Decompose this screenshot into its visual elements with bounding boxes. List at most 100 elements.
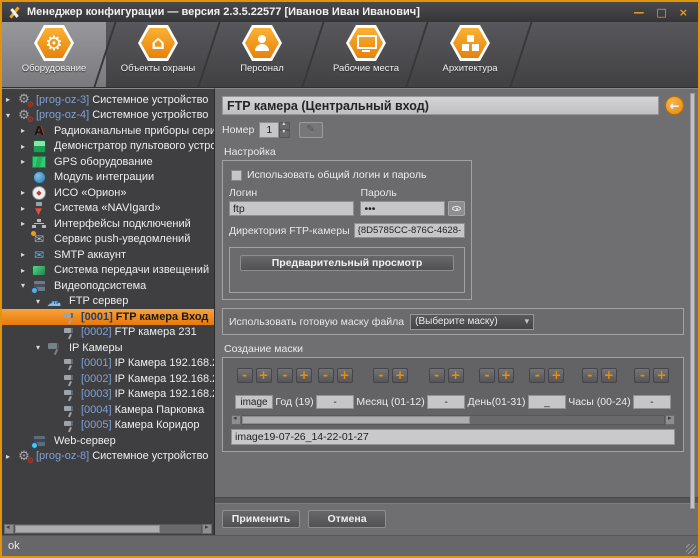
expand-arrow-icon[interactable]: ▾ xyxy=(36,297,46,306)
guarded-objects-icon xyxy=(151,34,165,53)
apply-button[interactable]: Применить xyxy=(222,510,300,528)
tree-item[interactable]: ▸ Система «NAVIgard» xyxy=(2,201,214,217)
preview-button[interactable]: Предварительный просмотр xyxy=(240,255,454,271)
tree-item[interactable]: Сервис push-уведомлений xyxy=(2,232,214,248)
mask-add-button[interactable]: + xyxy=(256,368,272,383)
expand-arrow-icon[interactable]: ▾ xyxy=(36,343,46,352)
spin-down-button[interactable] xyxy=(279,130,290,138)
edit-number-button[interactable] xyxy=(299,122,323,138)
tree-item[interactable]: ▾ [prog-oz-4] Системное устройство xyxy=(2,108,214,124)
tree-item[interactable]: ▸ Демонстратор пультового устройства xyxy=(2,139,214,155)
mask-element: Часы (00-24) xyxy=(568,395,630,408)
mask-remove-button[interactable]: - xyxy=(277,368,293,383)
minimize-button[interactable]: — xyxy=(633,7,644,18)
mask-add-button[interactable]: + xyxy=(296,368,312,383)
mask-element[interactable]: - xyxy=(427,395,465,409)
number-stepper[interactable] xyxy=(259,122,290,138)
mask-remove-button[interactable]: - xyxy=(479,368,495,383)
cancel-button[interactable]: Отмена xyxy=(308,510,386,528)
mask-select-dropdown[interactable]: (Выберите маску) xyxy=(410,314,534,330)
mask-add-button[interactable]: + xyxy=(653,368,669,383)
expand-arrow-icon[interactable]: ▾ xyxy=(21,281,31,290)
password-input[interactable] xyxy=(360,201,445,216)
mask-result-field[interactable] xyxy=(231,429,675,445)
mask-add-button[interactable]: + xyxy=(548,368,564,383)
toolbar-tab[interactable]: Архитектура xyxy=(418,22,522,87)
toolbar-tab[interactable]: Объекты охраны xyxy=(106,22,210,87)
mask-element[interactable]: - xyxy=(316,395,354,409)
tree-item[interactable]: ▸ ИСО «Орион» xyxy=(2,185,214,201)
mask-add-button[interactable]: + xyxy=(448,368,464,383)
app-logo-icon xyxy=(8,6,21,19)
tree-item[interactable]: [0003] IP Камера 192.168.20.231 xyxy=(2,387,214,403)
mask-add-button[interactable]: + xyxy=(601,368,617,383)
mask-remove-button[interactable]: - xyxy=(582,368,598,383)
mask-element[interactable]: - xyxy=(633,395,671,409)
mask-add-button[interactable]: + xyxy=(337,368,353,383)
tree-item[interactable]: ▸ SMTP аккаунт xyxy=(2,247,214,263)
tree-item[interactable]: Модуль интеграции xyxy=(2,170,214,186)
scroll-left-button[interactable] xyxy=(231,415,241,425)
mask-remove-button[interactable]: - xyxy=(318,368,334,383)
tree-item[interactable]: ▸ Система передачи извещений xyxy=(2,263,214,279)
scrollbar-thumb[interactable] xyxy=(242,416,470,424)
show-password-button[interactable] xyxy=(448,201,465,216)
expand-arrow-icon[interactable]: ▸ xyxy=(6,95,16,104)
expand-arrow-icon[interactable]: ▸ xyxy=(21,142,31,151)
scroll-left-button[interactable] xyxy=(4,524,14,534)
tree-item[interactable]: [0004] Камера Парковка xyxy=(2,402,214,418)
toolbar-tab[interactable]: Персонал xyxy=(210,22,314,87)
back-button[interactable] xyxy=(665,96,684,115)
mask-remove-button[interactable]: - xyxy=(373,368,389,383)
camera-name-field[interactable] xyxy=(222,96,659,115)
tree-item[interactable]: ▸ Интерфейсы подключений xyxy=(2,216,214,232)
expand-arrow-icon[interactable]: ▸ xyxy=(21,204,31,213)
tree-item[interactable]: ▾ Видеоподсистема xyxy=(2,278,214,294)
resize-grip-icon[interactable] xyxy=(686,544,696,554)
expand-arrow-icon[interactable]: ▾ xyxy=(6,111,16,120)
tree-item[interactable]: ▸ [prog-oz-8] Системное устройство xyxy=(2,449,214,465)
mask-element[interactable]: image xyxy=(235,395,273,409)
tree-item[interactable]: [0001] FTP камера Вход xyxy=(2,309,214,325)
tree-item[interactable]: ▾ FTP сервер xyxy=(2,294,214,310)
tree-item[interactable]: Web-сервер xyxy=(2,433,214,449)
use-common-credentials-checkbox[interactable] xyxy=(231,170,242,181)
expand-arrow-icon[interactable]: ▸ xyxy=(21,219,31,228)
panel-vertical-scrollbar[interactable] xyxy=(690,93,695,509)
mask-add-button[interactable]: + xyxy=(498,368,514,383)
expand-arrow-icon[interactable]: ▸ xyxy=(21,157,31,166)
checkbox-label: Использовать общий логин и пароль xyxy=(247,169,426,181)
scrollbar-thumb[interactable] xyxy=(15,525,160,533)
tree-item[interactable]: [0001] IP Камера 192.168.20.250 xyxy=(2,356,214,372)
expand-arrow-icon[interactable]: ▸ xyxy=(6,452,16,461)
close-button[interactable]: × xyxy=(679,7,688,18)
tree-item[interactable]: [0002] IP Камера 192.168.20.232 xyxy=(2,371,214,387)
toolbar-tab[interactable]: Оборудование xyxy=(2,22,106,87)
maximize-button[interactable]: □ xyxy=(656,7,666,18)
expand-arrow-icon[interactable]: ▸ xyxy=(21,126,31,135)
expand-arrow-icon[interactable]: ▸ xyxy=(21,250,31,259)
tree-item[interactable]: ▸ Радиоканальные приборы серии "Lonta-Op… xyxy=(2,123,214,139)
tree-item[interactable]: ▾ IP Камеры xyxy=(2,340,214,356)
system-device-gear-icon xyxy=(16,449,32,463)
number-input[interactable] xyxy=(259,122,279,138)
expand-arrow-icon[interactable]: ▸ xyxy=(21,188,31,197)
mask-element[interactable]: _ xyxy=(528,395,566,409)
tree-item[interactable]: [0005] Камера Коридор xyxy=(2,418,214,434)
tree-item[interactable]: ▸ [prog-oz-3] Системное устройство xyxy=(2,92,214,108)
toolbar-tab[interactable]: Рабочие места xyxy=(314,22,418,87)
tree-item[interactable]: [0002] FTP камера 231 xyxy=(2,325,214,341)
ftp-directory-input[interactable] xyxy=(354,223,465,238)
expand-arrow-icon[interactable]: ▸ xyxy=(21,266,31,275)
main-toolbar: Оборудование Объекты охраны Персонал xyxy=(2,22,698,88)
use-common-credentials-row[interactable]: Использовать общий логин и пароль xyxy=(231,169,465,181)
mask-remove-button[interactable]: - xyxy=(634,368,650,383)
mask-remove-button[interactable]: - xyxy=(237,368,253,383)
mask-remove-button[interactable]: - xyxy=(429,368,445,383)
scroll-right-button[interactable] xyxy=(665,415,675,425)
login-input[interactable] xyxy=(229,201,354,216)
tree-item[interactable]: ▸ GPS оборудование xyxy=(2,154,214,170)
mask-add-button[interactable]: + xyxy=(392,368,408,383)
scroll-right-button[interactable] xyxy=(202,524,212,534)
mask-remove-button[interactable]: - xyxy=(529,368,545,383)
